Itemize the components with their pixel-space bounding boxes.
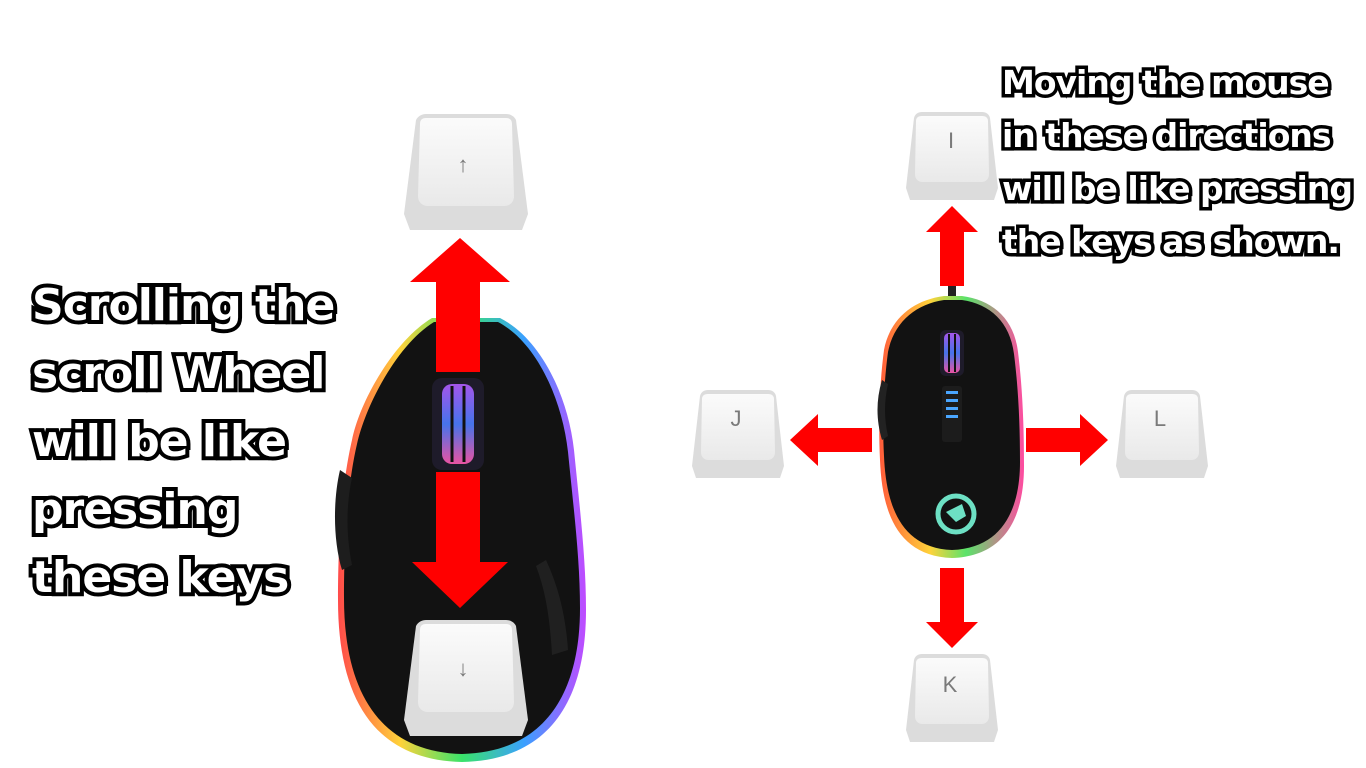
arrow-left-icon — [790, 414, 872, 466]
key-j: J — [690, 390, 786, 482]
diagram-canvas: ↑ ↓ I J L K Scrolling the scroll Wheel w… — [0, 0, 1366, 768]
key-i-legend: I — [948, 128, 954, 153]
movement-caption-line: Moving the mouse — [999, 60, 1334, 106]
key-l: L — [1114, 390, 1210, 482]
key-l-legend: L — [1154, 406, 1166, 431]
key-k: K — [904, 654, 1000, 746]
scroll-caption-line: Scrolling the — [28, 276, 339, 335]
arrow-up-icon-small — [926, 206, 978, 286]
scroll-caption-line: pressing — [28, 480, 242, 539]
movement-caption-line: will be like pressing — [999, 166, 1357, 212]
scroll-caption: Scrolling the scroll Wheel will be like … — [28, 272, 339, 612]
movement-caption: Moving the mouse in these directions wil… — [999, 56, 1357, 268]
scroll-caption-line: these keys — [28, 548, 293, 607]
movement-caption-line: in these directions — [999, 113, 1335, 159]
movement-caption-line: the keys as shown. — [999, 219, 1344, 265]
arrow-down-icon-small — [926, 568, 978, 648]
scroll-caption-line: will be like — [28, 412, 291, 471]
key-j-legend: J — [731, 406, 742, 431]
key-k-legend: K — [943, 672, 958, 697]
key-i: I — [904, 112, 1000, 204]
arrow-right-icon — [1026, 414, 1108, 466]
scroll-caption-line: scroll Wheel — [28, 344, 329, 403]
